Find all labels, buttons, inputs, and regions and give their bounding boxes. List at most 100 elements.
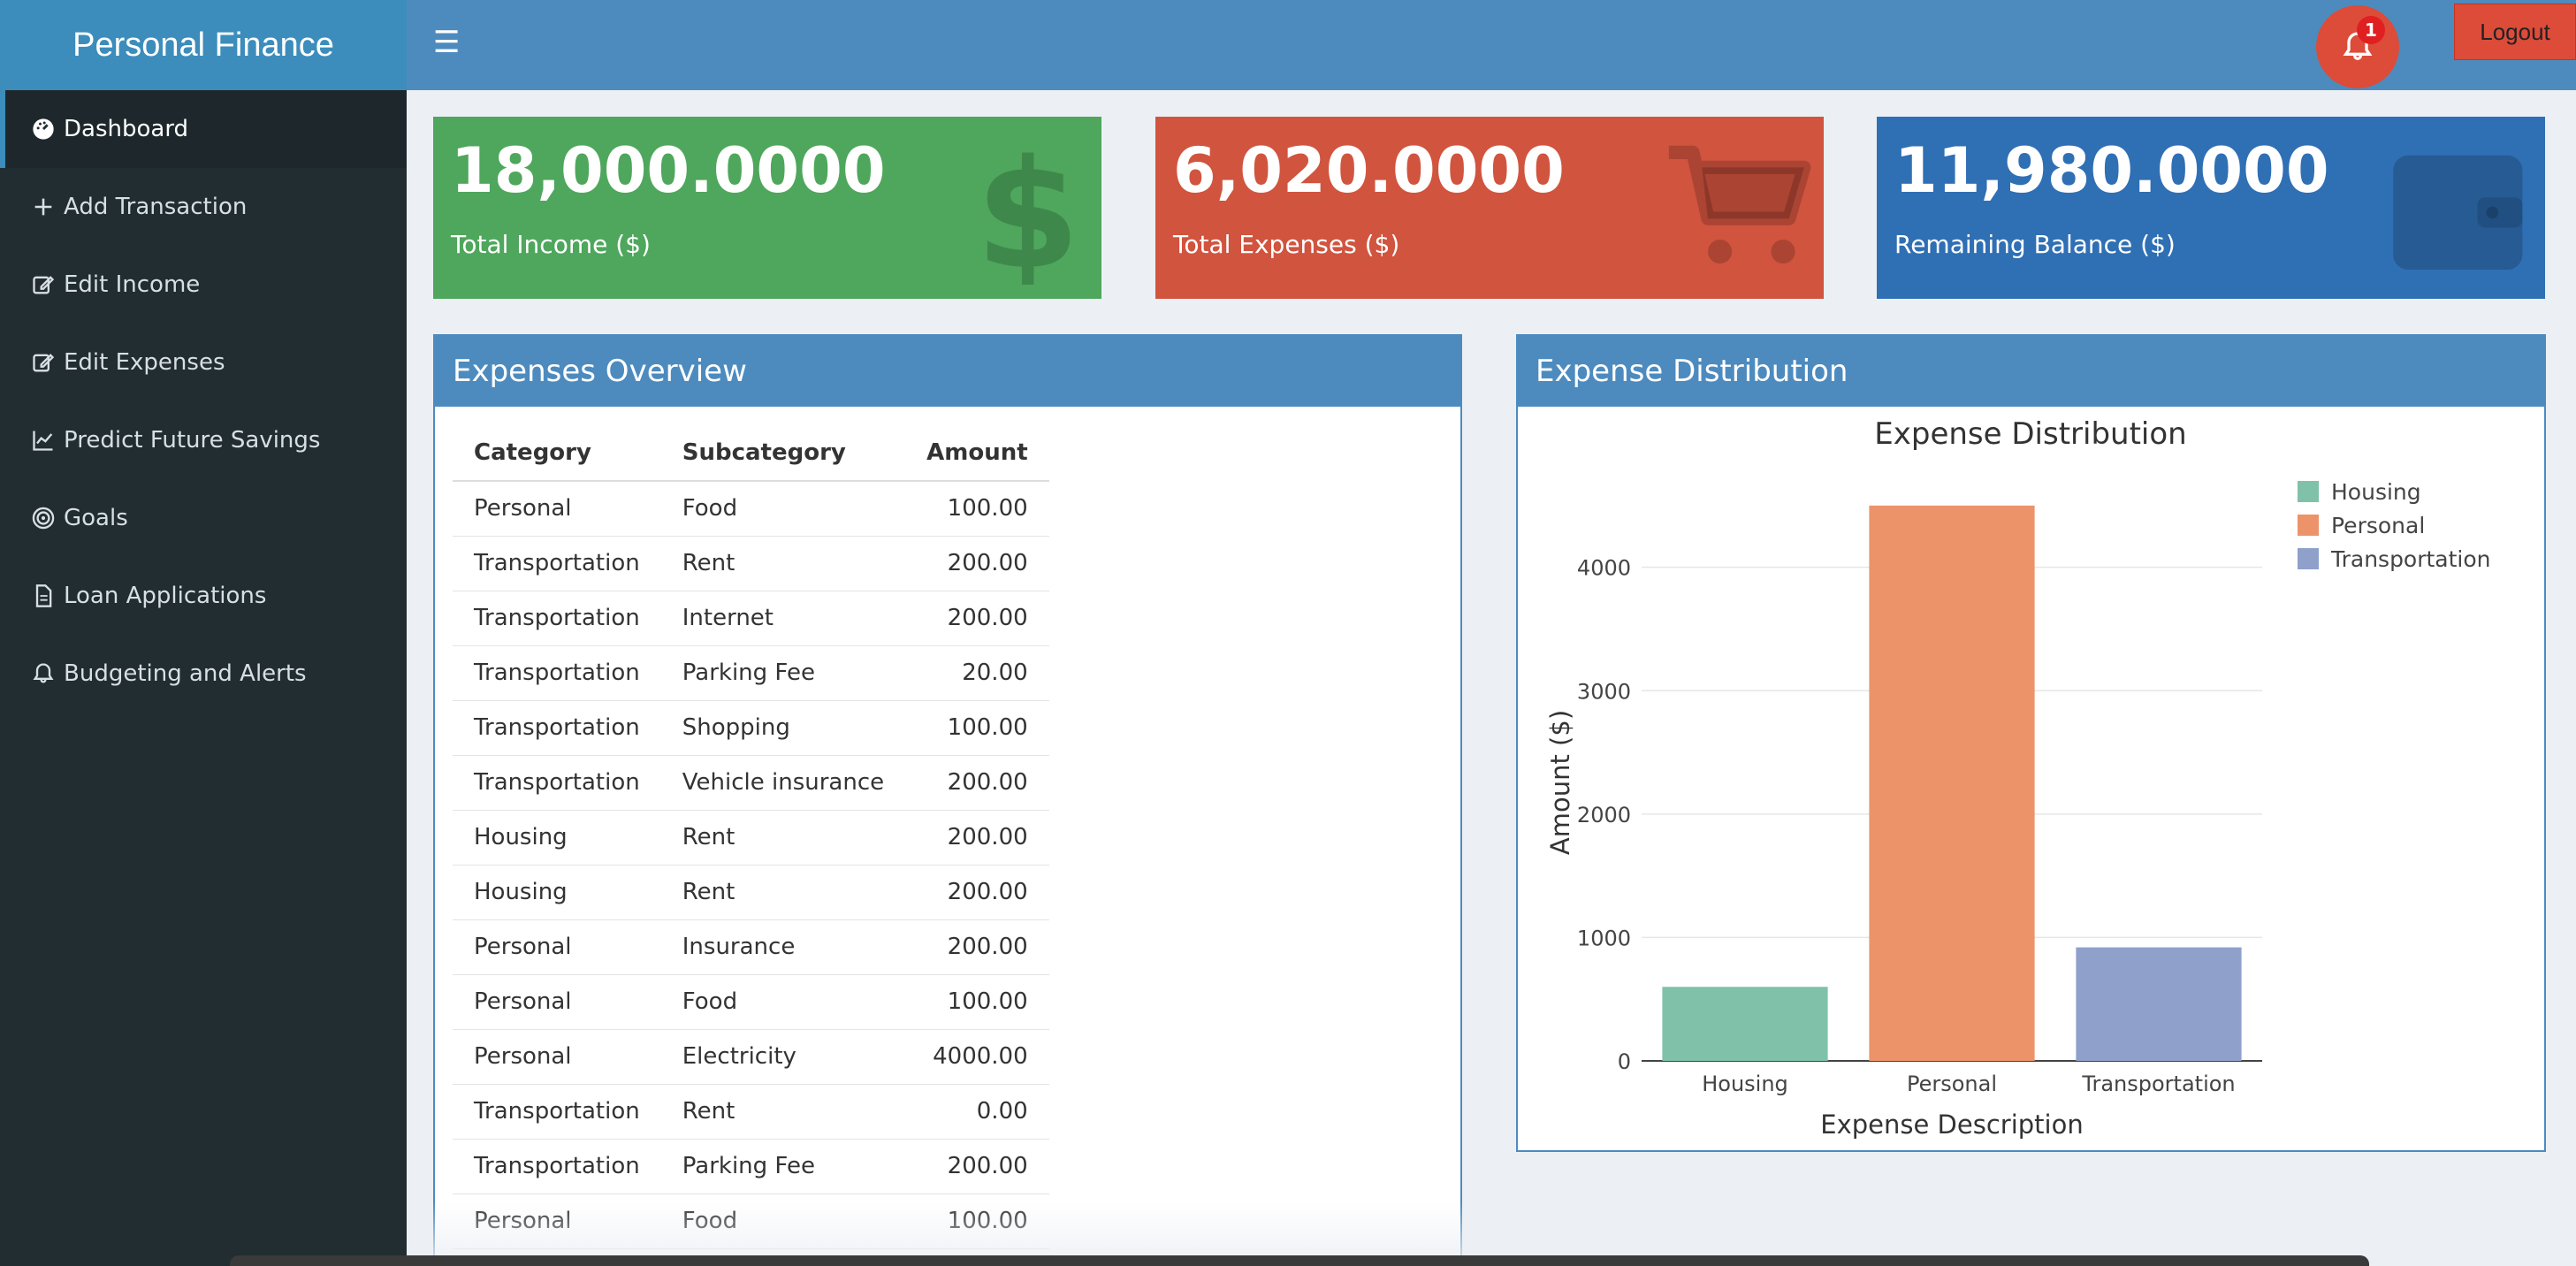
legend-swatch xyxy=(2298,548,2319,569)
table-row: Transportation Parking Fee 200.00 xyxy=(453,1139,1049,1194)
legend-label: Housing xyxy=(2331,479,2421,505)
cell-amount: 100.00 xyxy=(905,481,1049,537)
legend-swatch xyxy=(2298,481,2319,502)
x-axis-label: Expense Description xyxy=(1820,1110,2083,1140)
cell-amount: 20.00 xyxy=(905,645,1049,701)
cell-subcategory: Parking Fee xyxy=(660,1139,906,1194)
sidebar-item-predict-savings[interactable]: Predict Future Savings xyxy=(0,401,407,479)
total-expenses-card: 6,020.0000 Total Expenses ($) xyxy=(1155,117,1824,299)
sidebar-item-label: Budgeting and Alerts xyxy=(64,660,307,687)
sidebar-item-edit-expenses[interactable]: Edit Expenses xyxy=(0,324,407,401)
edit-icon xyxy=(30,349,57,376)
bell-icon xyxy=(30,660,57,687)
cell-amount: 200.00 xyxy=(905,1139,1049,1194)
cell-subcategory: Rent xyxy=(660,865,906,920)
cell-subcategory: Electricity xyxy=(660,1029,906,1085)
menu-toggle-icon[interactable]: ☰ xyxy=(433,25,469,60)
table-row: PersonalFood100.00 xyxy=(453,481,1049,537)
table-header-row: Category Subcategory Amount xyxy=(453,424,1049,482)
sidebar-item-dashboard[interactable]: Dashboard xyxy=(0,90,407,168)
sidebar-item-label: Dashboard xyxy=(64,116,189,142)
cell-subcategory: Parking Fee xyxy=(660,645,906,701)
wallet-icon xyxy=(2393,155,2523,270)
bar-personal xyxy=(1869,505,2035,1061)
remaining-balance-label: Remaining Balance ($) xyxy=(1894,230,2176,259)
cell-category: Housing xyxy=(453,810,661,866)
y-tick-label: 4000 xyxy=(1577,556,1631,581)
bar-housing xyxy=(1662,987,1828,1061)
total-income-value: 18,000.0000 xyxy=(451,134,886,207)
total-expenses-label: Total Expenses ($) xyxy=(1173,230,1400,259)
cell-category: Transportation xyxy=(453,591,661,646)
x-tick-label: Housing xyxy=(1702,1072,1788,1096)
bar-transportation xyxy=(2076,947,2242,1061)
cell-subcategory: Vehicle insurance xyxy=(660,755,906,811)
cart-icon xyxy=(1668,145,1811,264)
notification-badge: 1 xyxy=(2357,16,2385,44)
sidebar: Dashboard Add Transaction Edit Income Ed… xyxy=(0,90,407,1266)
sidebar-item-label: Edit Income xyxy=(64,271,201,298)
x-tick-label: Personal xyxy=(1907,1072,1997,1096)
legend-label: Transportation xyxy=(2330,546,2491,572)
cell-subcategory: Food xyxy=(660,974,906,1030)
top-navbar: ☰ 1 Logout xyxy=(407,0,2576,90)
cell-category: Personal xyxy=(453,974,661,1030)
cell-category: Transportation xyxy=(453,1139,661,1194)
cell-category: Personal xyxy=(453,1029,661,1085)
cell-amount: 100.00 xyxy=(905,974,1049,1030)
dollar-icon: $ xyxy=(975,134,1079,285)
document-icon xyxy=(30,583,57,609)
table-row: Housing Rent 200.00 xyxy=(453,810,1049,866)
sidebar-item-label: Edit Expenses xyxy=(64,349,225,376)
table-row: Personal Electricity 4000.00 xyxy=(453,1029,1049,1085)
table-row: Transportation Vehicle insurance 200.00 xyxy=(453,755,1049,811)
sidebar-item-budgeting-alerts[interactable]: Budgeting and Alerts xyxy=(0,635,407,713)
expense-distribution-panel: Expense Distribution Expense Distributio… xyxy=(1516,334,2546,1152)
sidebar-item-add-transaction[interactable]: Add Transaction xyxy=(0,168,407,246)
column-header-subcategory: Subcategory xyxy=(660,424,906,482)
sidebar-item-label: Goals xyxy=(64,505,128,531)
table-row: PersonalFood100.00 xyxy=(453,974,1049,1030)
y-tick-label: 1000 xyxy=(1577,926,1631,950)
cell-amount: 0.00 xyxy=(905,1084,1049,1140)
table-row: Transportation Rent 0.00 xyxy=(453,1084,1049,1140)
sidebar-item-label: Add Transaction xyxy=(64,194,248,220)
cell-amount: 100.00 xyxy=(905,700,1049,756)
remaining-balance-value: 11,980.0000 xyxy=(1894,134,2329,207)
cell-category: Transportation xyxy=(453,536,661,591)
y-tick-label: 3000 xyxy=(1577,679,1631,704)
cell-subcategory: Internet xyxy=(660,591,906,646)
cell-subcategory: Insurance xyxy=(660,919,906,975)
cell-amount: 200.00 xyxy=(905,536,1049,591)
expense-distribution-title: Expense Distribution xyxy=(1518,336,2544,407)
cell-subcategory: Rent xyxy=(660,1084,906,1140)
sidebar-item-label: Predict Future Savings xyxy=(64,427,321,454)
logout-button[interactable]: Logout xyxy=(2454,4,2576,60)
dock-edge xyxy=(230,1255,2369,1266)
plus-icon xyxy=(30,194,57,220)
y-axis-label: Amount ($) xyxy=(1545,710,1575,855)
sidebar-item-loan-applications[interactable]: Loan Applications xyxy=(0,557,407,635)
cell-amount: 200.00 xyxy=(905,865,1049,920)
app-logo[interactable]: Personal Finance xyxy=(0,0,407,90)
target-icon xyxy=(30,505,57,531)
chart-title: Expense Distribution xyxy=(1874,416,2186,452)
svg-text:$: $ xyxy=(975,134,1079,285)
table-row: Transportation Internet 200.00 xyxy=(453,591,1049,646)
cell-subcategory: Food xyxy=(660,481,906,537)
sidebar-item-goals[interactable]: Goals xyxy=(0,479,407,557)
cell-subcategory: Rent xyxy=(660,810,906,866)
y-tick-label: 2000 xyxy=(1577,803,1631,827)
notification-button[interactable]: 1 xyxy=(2316,5,2399,88)
sidebar-item-edit-income[interactable]: Edit Income xyxy=(0,246,407,324)
legend-swatch xyxy=(2298,515,2319,536)
cell-category: Personal xyxy=(453,481,661,537)
cell-category: Personal xyxy=(453,919,661,975)
total-income-card: 18,000.0000 Total Income ($) $ xyxy=(433,117,1101,299)
table-row: Housing Rent 200.00 xyxy=(453,865,1049,920)
x-tick-label: Transportation xyxy=(2081,1072,2235,1096)
cell-amount: 200.00 xyxy=(905,919,1049,975)
expenses-table: Category Subcategory Amount Personal Food… xyxy=(453,424,1049,1249)
edit-icon xyxy=(30,271,57,298)
expense-distribution-chart[interactable]: Expense Distribution 0 1000 2000 3000 4000 Hou… xyxy=(1518,407,2544,1149)
